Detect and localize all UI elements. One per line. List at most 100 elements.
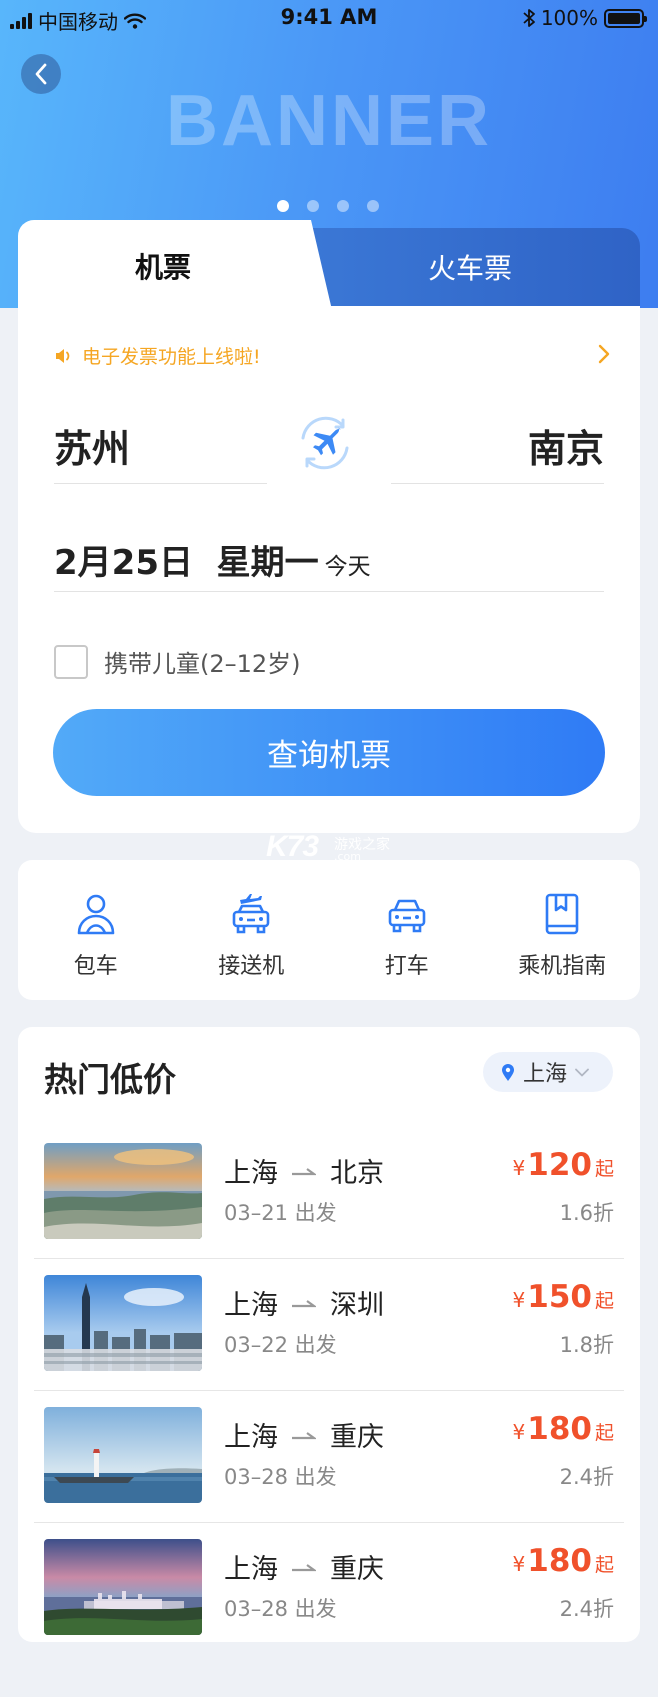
chevron-right-icon — [598, 344, 610, 364]
route-cities: 上海 重庆 — [224, 1547, 384, 1586]
pagination-dot[interactable] — [277, 200, 289, 212]
service-label: 打车 — [384, 954, 429, 979]
route-item[interactable]: 上海 深圳 03–22 出发 ¥150 起 1.8折 — [34, 1259, 624, 1391]
price-suffix: 起 — [594, 1290, 614, 1312]
route-from: 上海 — [224, 1290, 278, 1321]
service-airport-transfer[interactable]: 接送机 — [174, 860, 330, 1000]
search-form: 电子发票功能上线啦! 苏州 南京 2月25日 星期一 今天 携带儿童(2–12岁)… — [18, 306, 640, 833]
arrow-right-icon — [292, 1563, 316, 1571]
child-checkbox[interactable] — [54, 644, 88, 679]
route-discount: 1.6折 — [559, 1201, 614, 1225]
guide-book-icon — [545, 893, 579, 935]
destination-thumbnail — [44, 1407, 202, 1503]
car-icon — [388, 899, 426, 933]
route-price: ¥180 起 — [513, 1411, 614, 1447]
route-discount: 2.4折 — [559, 1597, 614, 1621]
price-amount: 180 — [527, 1411, 592, 1447]
route-date: 03–28 出发 — [224, 1597, 337, 1621]
pagination-dot[interactable] — [307, 200, 319, 212]
price-suffix: 起 — [594, 1422, 614, 1444]
service-label: 接送机 — [218, 954, 285, 979]
banner-placeholder: BANNER — [165, 81, 492, 161]
route-to: 重庆 — [330, 1554, 384, 1585]
route-date: 03–22 出发 — [224, 1333, 337, 1357]
route-price: ¥120 起 — [513, 1147, 614, 1183]
service-taxi[interactable]: 打车 — [329, 860, 485, 1000]
service-charter-car[interactable]: 包车 — [18, 860, 174, 1000]
ticket-search-card: 火车票 机票 电子发票功能上线啦! 苏州 南京 2月25日 星期一 今天 携带儿童… — [18, 220, 640, 833]
route-date: 03–28 出发 — [224, 1465, 337, 1489]
pagination-dot[interactable] — [367, 200, 379, 212]
search-flights-button[interactable]: 查询机票 — [53, 709, 605, 796]
tab-train-ticket[interactable]: 火车票 — [300, 228, 640, 308]
swap-cities-icon[interactable] — [294, 412, 356, 474]
watermark-text: K73 — [266, 830, 319, 863]
arrow-right-icon — [292, 1299, 316, 1307]
hot-deals-section: 热门低价 上海 上海 北京 03–21 出发 ¥120 起 1.6折 上海 深圳… — [18, 1027, 640, 1642]
route-to: 深圳 — [330, 1290, 384, 1321]
services-bar: 包车 接送机 打车 乘机指南 — [18, 860, 640, 1000]
section-title: 热门低价 — [44, 1060, 176, 1099]
currency-symbol: ¥ — [512, 1420, 526, 1444]
currency-symbol: ¥ — [512, 1156, 526, 1180]
date-today-label: 今天 — [324, 554, 371, 580]
arrival-city[interactable]: 南京 — [528, 418, 604, 473]
child-option-label: 携带儿童(2–12岁) — [104, 650, 301, 678]
divider — [54, 483, 267, 484]
location-label: 上海 — [523, 1062, 568, 1087]
airport-car-icon — [232, 894, 270, 934]
service-label: 包车 — [73, 954, 118, 979]
price-amount: 120 — [527, 1147, 592, 1183]
route-from: 上海 — [224, 1554, 278, 1585]
route-item[interactable]: 上海 北京 03–21 出发 ¥120 起 1.6折 — [34, 1127, 624, 1259]
route-cities: 上海 深圳 — [224, 1283, 384, 1322]
tab-label[interactable]: 机票 — [18, 246, 308, 286]
route-cities: 上海 北京 — [224, 1151, 384, 1190]
speaker-icon — [56, 348, 70, 363]
arrow-right-icon — [292, 1431, 316, 1439]
departure-date[interactable]: 2月25日 星期一 今天 — [54, 535, 371, 584]
tab-label: 火车票 — [427, 252, 512, 285]
route-price: ¥180 起 — [513, 1543, 614, 1579]
battery-icon — [604, 8, 647, 28]
route-to: 北京 — [330, 1158, 384, 1189]
arrow-right-icon — [292, 1167, 316, 1175]
route-date: 03–21 出发 — [224, 1201, 337, 1225]
route-price: ¥150 起 — [513, 1279, 614, 1315]
route-discount: 2.4折 — [559, 1465, 614, 1489]
location-pin-icon — [502, 1063, 514, 1081]
divider — [54, 591, 604, 592]
destination-thumbnail — [44, 1143, 202, 1239]
pagination-dot[interactable] — [337, 200, 349, 212]
service-boarding-guide[interactable]: 乘机指南 — [485, 860, 641, 1000]
person-icon — [77, 894, 115, 935]
service-label: 乘机指南 — [518, 954, 607, 979]
notice-text: 电子发票功能上线啦! — [82, 346, 261, 368]
price-amount: 150 — [527, 1279, 592, 1315]
battery-percent: 100% — [540, 6, 598, 30]
route-item[interactable]: 上海 重庆 03–28 出发 ¥180 起 2.4折 — [34, 1391, 624, 1523]
route-cities: 上海 重庆 — [224, 1415, 384, 1454]
price-amount: 180 — [527, 1543, 592, 1579]
child-option[interactable]: 携带儿童(2–12岁) — [54, 644, 301, 679]
destination-thumbnail — [44, 1275, 202, 1371]
route-discount: 1.8折 — [559, 1333, 614, 1357]
currency-symbol: ¥ — [512, 1288, 526, 1312]
destination-thumbnail — [44, 1539, 202, 1635]
currency-symbol: ¥ — [512, 1552, 526, 1576]
departure-city[interactable]: 苏州 — [54, 418, 130, 473]
notice-bar[interactable]: 电子发票功能上线啦! — [54, 342, 610, 369]
chevron-down-icon — [575, 1068, 589, 1076]
route-from: 上海 — [224, 1422, 278, 1453]
date-value: 2月25日 星期一 — [54, 543, 319, 583]
location-selector[interactable]: 上海 — [483, 1052, 613, 1092]
price-suffix: 起 — [594, 1554, 614, 1576]
watermark-logo: K73 游戏之家 .com — [266, 830, 390, 864]
divider — [391, 483, 604, 484]
route-to: 重庆 — [330, 1422, 384, 1453]
price-suffix: 起 — [594, 1158, 614, 1180]
route-from: 上海 — [224, 1158, 278, 1189]
route-item[interactable]: 上海 重庆 03–28 出发 ¥180 起 2.4折 — [34, 1523, 624, 1655]
banner-pagination — [277, 200, 379, 212]
bluetooth-icon — [523, 9, 535, 27]
